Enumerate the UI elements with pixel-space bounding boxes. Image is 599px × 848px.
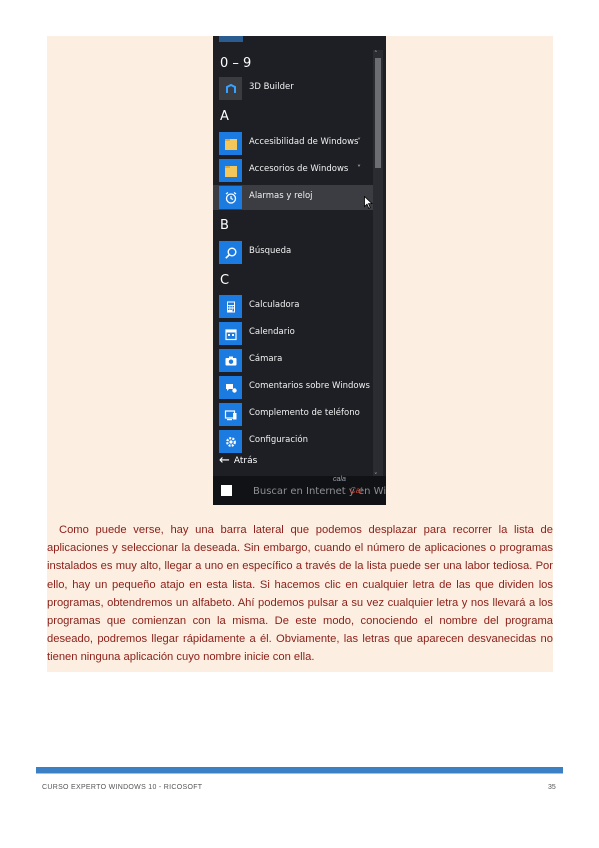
app-label: Calculadora <box>249 300 300 310</box>
app-tile <box>219 295 242 318</box>
app-item[interactable]: Búsqueda <box>213 240 373 265</box>
app-label: Cámara <box>249 354 283 364</box>
app-tile <box>219 132 242 155</box>
app-tile <box>219 159 242 182</box>
app-item[interactable]: Accesorios de Windows ˅ <box>213 158 373 183</box>
gear-icon <box>225 436 236 447</box>
calendar-icon <box>224 328 237 340</box>
body-paragraph: Como puede verse, hay una barra lateral … <box>47 524 553 664</box>
app-label: Búsqueda <box>249 246 292 256</box>
camera-icon <box>225 356 236 365</box>
start-menu-screenshot: 0 – 9 3D Builder A Accesibilidad de Windows… <box>213 36 386 505</box>
letter-header-3[interactable]: B <box>220 218 229 234</box>
footer-course-title: CURSO EXPERTO WINDOWS 10 - RICOSOFT <box>42 784 203 791</box>
back-button[interactable]: ← Atrás <box>219 453 257 468</box>
alarm-clock-icon <box>225 191 236 204</box>
scrollbar-thumb[interactable] <box>375 58 381 168</box>
app-label: Accesibilidad de Windows <box>249 137 359 147</box>
3d-builder-icon <box>225 83 236 93</box>
app-label: Calendario <box>249 327 295 337</box>
app-list-scrollbar[interactable]: ˄ ˅ <box>373 50 383 480</box>
app-tile <box>219 430 242 453</box>
search-icon <box>224 247 236 259</box>
letter-header-1[interactable]: 0 – 9 <box>220 56 251 72</box>
letter-header-4[interactable]: C <box>220 273 229 289</box>
chevron-down-icon[interactable]: ˅ <box>357 164 361 173</box>
footer-divider <box>36 767 563 774</box>
folder-icon <box>224 165 237 177</box>
app-label: Complemento de teléfono <box>249 408 360 418</box>
feedback-icon <box>225 383 237 393</box>
mouse-cursor-icon <box>364 196 373 209</box>
app-item[interactable]: Accesibilidad de Windows ˅ <box>213 131 373 156</box>
app-label: Alarmas y reloj <box>249 191 313 201</box>
app-item[interactable]: 3D Builder <box>213 76 373 101</box>
page-number: 35 <box>548 784 556 791</box>
app-tile <box>219 376 242 399</box>
back-arrow-icon: ← <box>219 453 230 468</box>
calculator-icon <box>226 301 235 312</box>
watermark-text-top: cala <box>333 476 346 483</box>
letter-header-2[interactable]: A <box>220 109 229 125</box>
app-tile <box>219 77 242 100</box>
app-label: Accesorios de Windows <box>249 164 349 174</box>
app-label: Configuración <box>249 435 308 445</box>
watermark-text-bottom: Cal <box>350 486 363 495</box>
app-item[interactable]: Alarmas y reloj <box>213 185 373 210</box>
scroll-up-icon[interactable]: ˄ <box>374 50 378 58</box>
app-label: Comentarios sobre Windows <box>249 381 370 391</box>
chevron-down-icon[interactable]: ˅ <box>357 137 361 146</box>
app-label: 3D Builder <box>249 82 294 92</box>
app-tile <box>219 349 242 372</box>
app-item[interactable]: Configuración <box>213 429 373 454</box>
app-item[interactable]: Complemento de teléfono <box>213 402 373 427</box>
app-list[interactable]: 0 – 9 3D Builder A Accesibilidad de Windows… <box>213 36 373 476</box>
app-tile <box>219 241 242 264</box>
app-tile <box>219 186 242 209</box>
back-label: Atrás <box>233 456 258 466</box>
app-item[interactable]: Comentarios sobre Windows <box>213 375 373 400</box>
watermark-logo: cala Cal <box>320 476 380 500</box>
app-item[interactable]: Calendario <box>213 321 373 346</box>
app-tile <box>219 403 242 426</box>
phone-icon <box>224 409 236 420</box>
folder-icon <box>224 138 237 150</box>
windows-logo-icon[interactable] <box>221 485 232 496</box>
app-tile <box>219 322 242 345</box>
app-item[interactable]: Cámara <box>213 348 373 373</box>
app-item[interactable]: Calculadora <box>213 294 373 319</box>
